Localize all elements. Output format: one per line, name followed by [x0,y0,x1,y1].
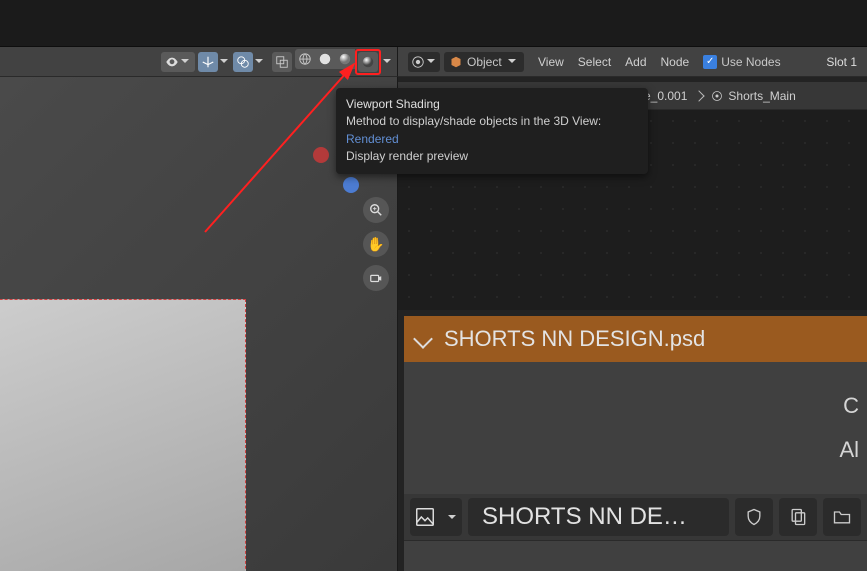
viewport-controls: ✋ [363,197,389,291]
visibility-dropdown[interactable] [161,52,195,72]
hand-icon: ✋ [367,236,384,253]
shading-rendered[interactable] [358,52,378,72]
xray-toggle[interactable] [272,52,292,72]
gizmo-axis-neg[interactable] [313,147,329,163]
chevron-down-icon [425,52,437,72]
image-name-field[interactable]: SHORTS NN DE… [468,498,729,536]
image-icon [414,506,436,528]
new-copy-button[interactable] [779,498,817,536]
selected-mesh-plane[interactable] [0,299,246,571]
breadcrumb-item-2[interactable]: Shorts_Main [728,89,795,103]
solid-icon [318,52,332,66]
eye-icon [165,55,179,69]
image-node-title: SHORTS NN DESIGN.psd [444,326,705,352]
pan-button[interactable]: ✋ [363,231,389,257]
duplicate-icon [788,507,808,527]
tooltip-line2: Method to display/shade objects in the 3… [346,113,638,148]
viewport-header [0,47,398,77]
chevron-down-icon [446,507,458,527]
camera-icon [369,271,383,285]
node-row-1: C [843,393,859,419]
use-nodes-checkbox[interactable] [703,55,717,69]
shading-wireframe[interactable] [295,49,315,69]
object-icon [450,56,462,68]
menu-view[interactable]: View [538,55,564,69]
top-strip [0,0,867,47]
image-datablock-toolbar: SHORTS NN DE… [404,494,867,540]
overlay-icon [236,55,250,69]
tooltip-title: Viewport Shading [346,96,638,113]
image-node-body: C Al [404,362,867,494]
chevron-down-icon [413,329,433,349]
open-image-button[interactable] [823,498,861,536]
folder-icon [832,507,852,527]
gizmo-icon [201,55,215,69]
shader-type-label: Object [467,55,502,69]
menu-add[interactable]: Add [625,55,646,69]
tooltip-line3: Display render preview [346,148,638,165]
menu-select[interactable]: Select [578,55,611,69]
zoom-button[interactable] [363,197,389,223]
material-icon [711,90,723,102]
shading-mode-group [295,49,381,75]
node-editor-header: Object View Select Add Node Use Nodes Sl… [398,47,867,77]
shader-editor-icon [411,55,425,69]
chevron-down-icon[interactable] [218,52,230,72]
xray-icon [275,55,289,69]
overlays-toggle[interactable] [233,52,253,72]
gizmo-axis-z[interactable] [343,177,359,193]
node-row-2: Al [839,437,859,463]
camera-view-button[interactable] [363,265,389,291]
shield-icon [744,507,764,527]
chevron-down-icon [179,52,191,72]
chevron-right-icon [694,90,705,101]
material-preview-icon [338,52,352,66]
shading-material[interactable] [335,49,355,69]
slot-label[interactable]: Slot 1 [826,55,857,69]
editor-type-dropdown[interactable] [408,52,440,72]
shading-rendered-highlight [355,49,381,75]
shading-solid[interactable] [315,49,335,69]
magnify-icon [369,203,383,217]
panel-sliver [404,540,867,571]
chevron-down-icon[interactable] [253,52,265,72]
breadcrumb-item-1[interactable]: e_0.001 [644,89,687,103]
fake-user-button[interactable] [735,498,773,536]
image-node-header[interactable]: SHORTS NN DESIGN.psd [404,316,867,362]
shader-type-dropdown[interactable]: Object [444,52,524,72]
viewport-shading-tooltip: Viewport Shading Method to display/shade… [336,88,648,174]
image-browse-dropdown[interactable] [410,498,462,536]
shading-options-dropdown[interactable] [381,52,393,72]
gizmo-toggle[interactable] [198,52,218,72]
use-nodes-label: Use Nodes [721,55,780,69]
rendered-icon [361,55,375,69]
menu-node[interactable]: Node [661,55,690,69]
wireframe-icon [298,52,312,66]
chevron-down-icon [506,52,518,72]
